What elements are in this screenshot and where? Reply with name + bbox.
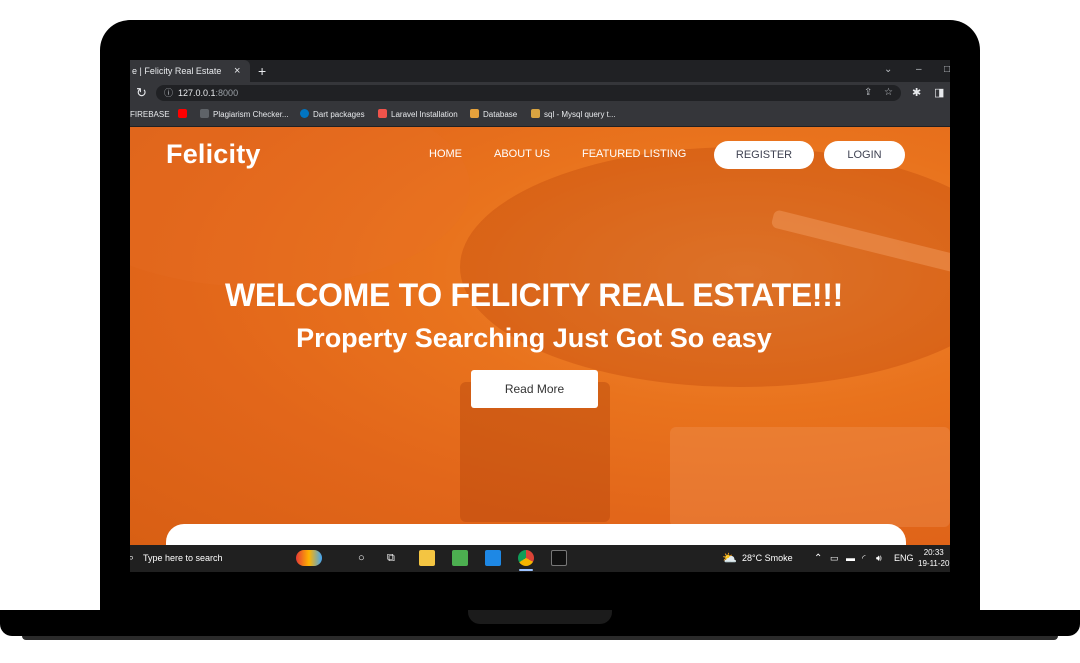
laptop-base-lip (22, 636, 1058, 640)
register-button[interactable]: REGISTER (714, 141, 814, 169)
share-icon[interactable]: ⇪ (864, 85, 872, 101)
clock-time: 20:33 (923, 548, 944, 557)
bookmark-firebase[interactable]: FIREBASE (130, 104, 170, 126)
login-button[interactable]: LOGIN (824, 141, 905, 169)
file-explorer-icon[interactable] (419, 550, 435, 566)
battery-icon[interactable]: ▬ (846, 545, 855, 572)
hero-subtitle: Property Searching Just Got So easy (296, 323, 772, 353)
read-more-button[interactable]: Read More (471, 370, 598, 408)
bg-steps (670, 427, 950, 527)
info-icon[interactable]: ⓘ (164, 85, 173, 101)
bookmark-plagiarism[interactable]: Plagiarism Checker... (200, 104, 289, 126)
extensions-icon[interactable]: ✱ (912, 85, 921, 101)
widgets-icon[interactable] (296, 550, 322, 566)
laptop-notch (468, 610, 612, 624)
hero-title: WELCOME TO FELICITY REAL ESTATE!!! (225, 277, 843, 313)
browser-tabbar: e | Felicity Real Estate × + ⌄ – □ (130, 60, 950, 82)
meet-icon[interactable]: ▭ (830, 545, 839, 572)
nav-about-us[interactable]: ABOUT US (494, 148, 550, 160)
chevron-up-icon[interactable]: ⌃ (814, 545, 822, 572)
star-icon[interactable]: ☆ (884, 85, 893, 101)
bookmark-database[interactable]: Database (470, 104, 517, 126)
side-panel-icon[interactable]: ◨ (934, 85, 944, 101)
reload-icon[interactable]: ↻ (136, 85, 147, 101)
taskbar: ⌕ Type here to search ○ ⧉ ⛅ 28°C Smoke ⌃… (130, 545, 950, 572)
bookmarks-bar: FIREBASE Plagiarism Checker... Dart pack… (130, 104, 950, 127)
vscode-icon[interactable] (485, 550, 501, 566)
nav-home[interactable]: HOME (429, 148, 462, 160)
screen: e | Felicity Real Estate × + ⌄ – □ ↻ ⓘ 1… (130, 60, 950, 572)
cortana-icon[interactable]: ○ (358, 545, 365, 572)
tab-title: e | Felicity Real Estate (132, 66, 222, 76)
close-icon[interactable]: × (234, 60, 240, 82)
bookmark-sql[interactable]: sql - Mysql query t... (531, 104, 616, 126)
hero-section: Felicity HOME ABOUT US FEATURED LISTING … (130, 127, 950, 545)
url-input[interactable]: ⓘ 127.0.0.1:8000 ⇪ ☆ (156, 85, 901, 101)
bookmark-dart[interactable]: Dart packages (300, 104, 365, 126)
maximize-button[interactable]: □ (944, 60, 950, 80)
clock-date: 19-11-20 (918, 559, 950, 568)
system-clock[interactable]: 20:33 19-11-20 (918, 547, 949, 569)
new-tab-button[interactable]: + (258, 60, 266, 82)
wifi-icon[interactable]: ◜ (862, 545, 866, 572)
address-bar: ↻ ⓘ 127.0.0.1:8000 ⇪ ☆ ✱ ◨ (130, 82, 950, 104)
search-icon[interactable]: ⌕ (130, 545, 134, 572)
url-host: 127.0.0.1 (178, 88, 216, 98)
site-logo[interactable]: Felicity (166, 139, 261, 170)
taskbar-search-input[interactable]: Type here to search (143, 545, 223, 572)
weather-icon[interactable]: ⛅ (722, 545, 737, 572)
weather-text[interactable]: 28°C Smoke (742, 545, 793, 572)
bookmark-laravel[interactable]: Laravel Installation (378, 104, 458, 126)
task-view-icon[interactable]: ⧉ (387, 545, 395, 572)
youtube-icon[interactable] (178, 104, 191, 126)
nav-featured-listing[interactable]: FEATURED LISTING (582, 148, 686, 160)
search-card (166, 524, 906, 545)
url-port: :8000 (215, 88, 239, 98)
volume-icon[interactable]: 🔊︎ (876, 545, 882, 572)
url-text: 127.0.0.1:8000 (178, 85, 238, 101)
chrome-active-indicator (519, 569, 533, 571)
language-indicator[interactable]: ENG (894, 545, 914, 572)
minimize-button[interactable]: – (916, 60, 922, 80)
terminal-icon[interactable] (551, 550, 567, 566)
chevron-down-icon[interactable]: ⌄ (884, 60, 892, 80)
chrome-icon[interactable] (518, 550, 534, 566)
browser-tab[interactable]: e | Felicity Real Estate × (130, 60, 250, 82)
notepad-icon[interactable] (452, 550, 468, 566)
